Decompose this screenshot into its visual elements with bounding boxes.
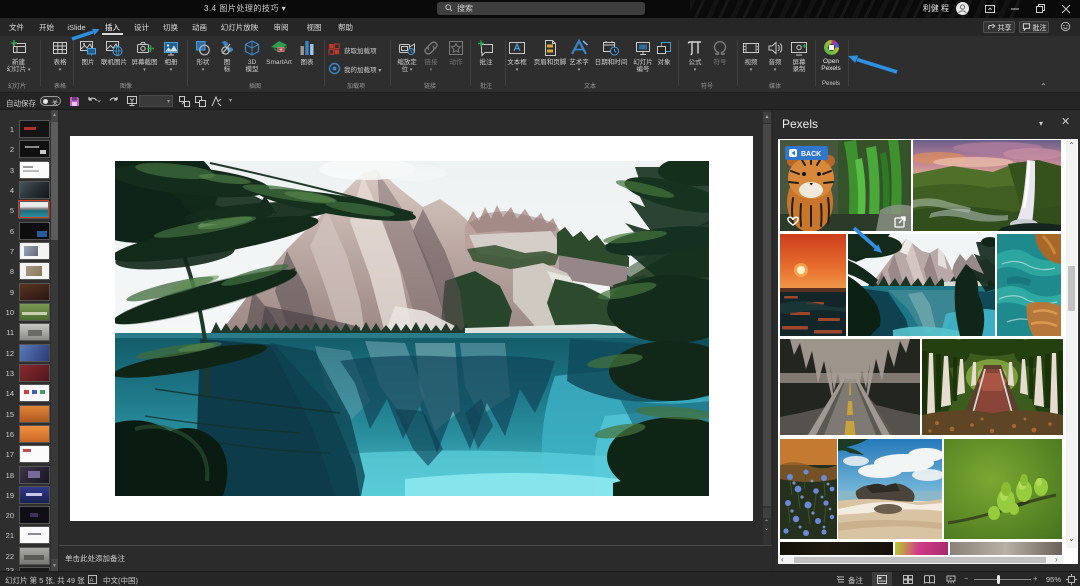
svg-text:BACK: BACK xyxy=(801,151,821,158)
svg-text:A: A xyxy=(90,578,94,584)
